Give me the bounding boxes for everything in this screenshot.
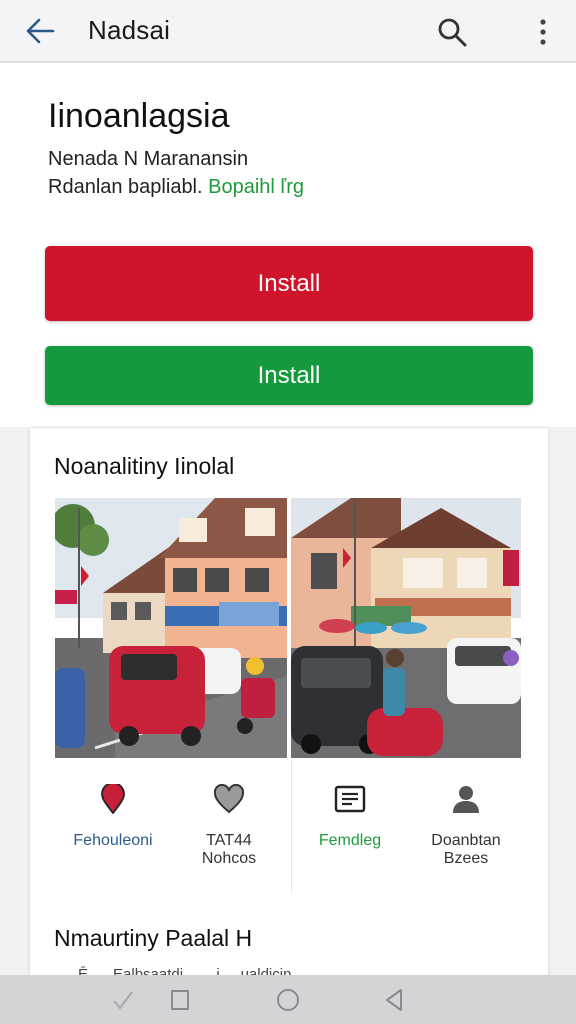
app-meta-link[interactable]: Bopaihl ľrg [208, 176, 304, 198]
app-meta-line: Rdanlan bapliabl. Bopaihl ľrg [48, 174, 304, 200]
feature-item[interactable]: Doanbtan Bzees [408, 760, 524, 892]
more-options-button[interactable] [526, 12, 560, 52]
nav-check-button[interactable] [104, 981, 144, 1019]
nav-home-button[interactable] [268, 981, 308, 1019]
install-button-primary[interactable]: Install [45, 246, 533, 321]
back-button[interactable] [22, 13, 58, 49]
person-icon [453, 786, 479, 813]
feature-item[interactable]: Fehouleoni [55, 760, 171, 892]
section-preview-text: Ē Ealbsaatdi i ualdicin [78, 966, 292, 975]
screenshot-street-2[interactable] [291, 498, 521, 758]
triangle-back-icon [386, 989, 402, 1011]
system-nav-bar [0, 975, 576, 1024]
more-vert-icon [540, 19, 546, 45]
search-button[interactable] [432, 12, 472, 52]
developer-name: Nenada N Maranansin [48, 148, 249, 170]
feature-row-right: Femdleg Doanbtan Bzees [291, 760, 521, 892]
feature-label: Fehouleoni [73, 832, 153, 849]
app-name: Iinoanlagsia [48, 97, 230, 135]
arrow-left-icon [26, 18, 55, 44]
nav-back-button[interactable] [374, 981, 414, 1019]
section-title-screenshots: Noanalitiny Iinolal [54, 453, 235, 479]
feature-item[interactable]: Femdleg [292, 760, 408, 892]
search-icon [438, 18, 467, 47]
document-icon [334, 785, 366, 813]
nav-recents-button[interactable] [160, 981, 200, 1019]
install-button-secondary[interactable]: Install [45, 346, 533, 405]
circle-icon [277, 989, 299, 1011]
feature-label: TAT44 Nohcos [201, 832, 257, 867]
check-icon [113, 991, 133, 1010]
feature-label: Doanbtan Bzees [431, 832, 501, 867]
map-pin-icon [101, 784, 125, 814]
section-title-details: Nmaurtiny Paalal H [54, 925, 253, 951]
street-scene-image [291, 498, 521, 758]
heart-icon [213, 784, 245, 814]
feature-row-left: Fehouleoni TAT44 Nohcos [55, 760, 287, 892]
screenshot-street-1[interactable] [55, 498, 287, 758]
app-meta-text: Rdanlan bapliabl. [48, 176, 203, 198]
square-icon [171, 990, 189, 1010]
app-bar: Nadsai [0, 0, 576, 62]
street-scene-image [55, 498, 287, 758]
feature-label: Femdleg [318, 832, 382, 849]
app-bar-title: Nadsai [88, 15, 171, 45]
feature-item[interactable]: TAT44 Nohcos [171, 760, 287, 892]
